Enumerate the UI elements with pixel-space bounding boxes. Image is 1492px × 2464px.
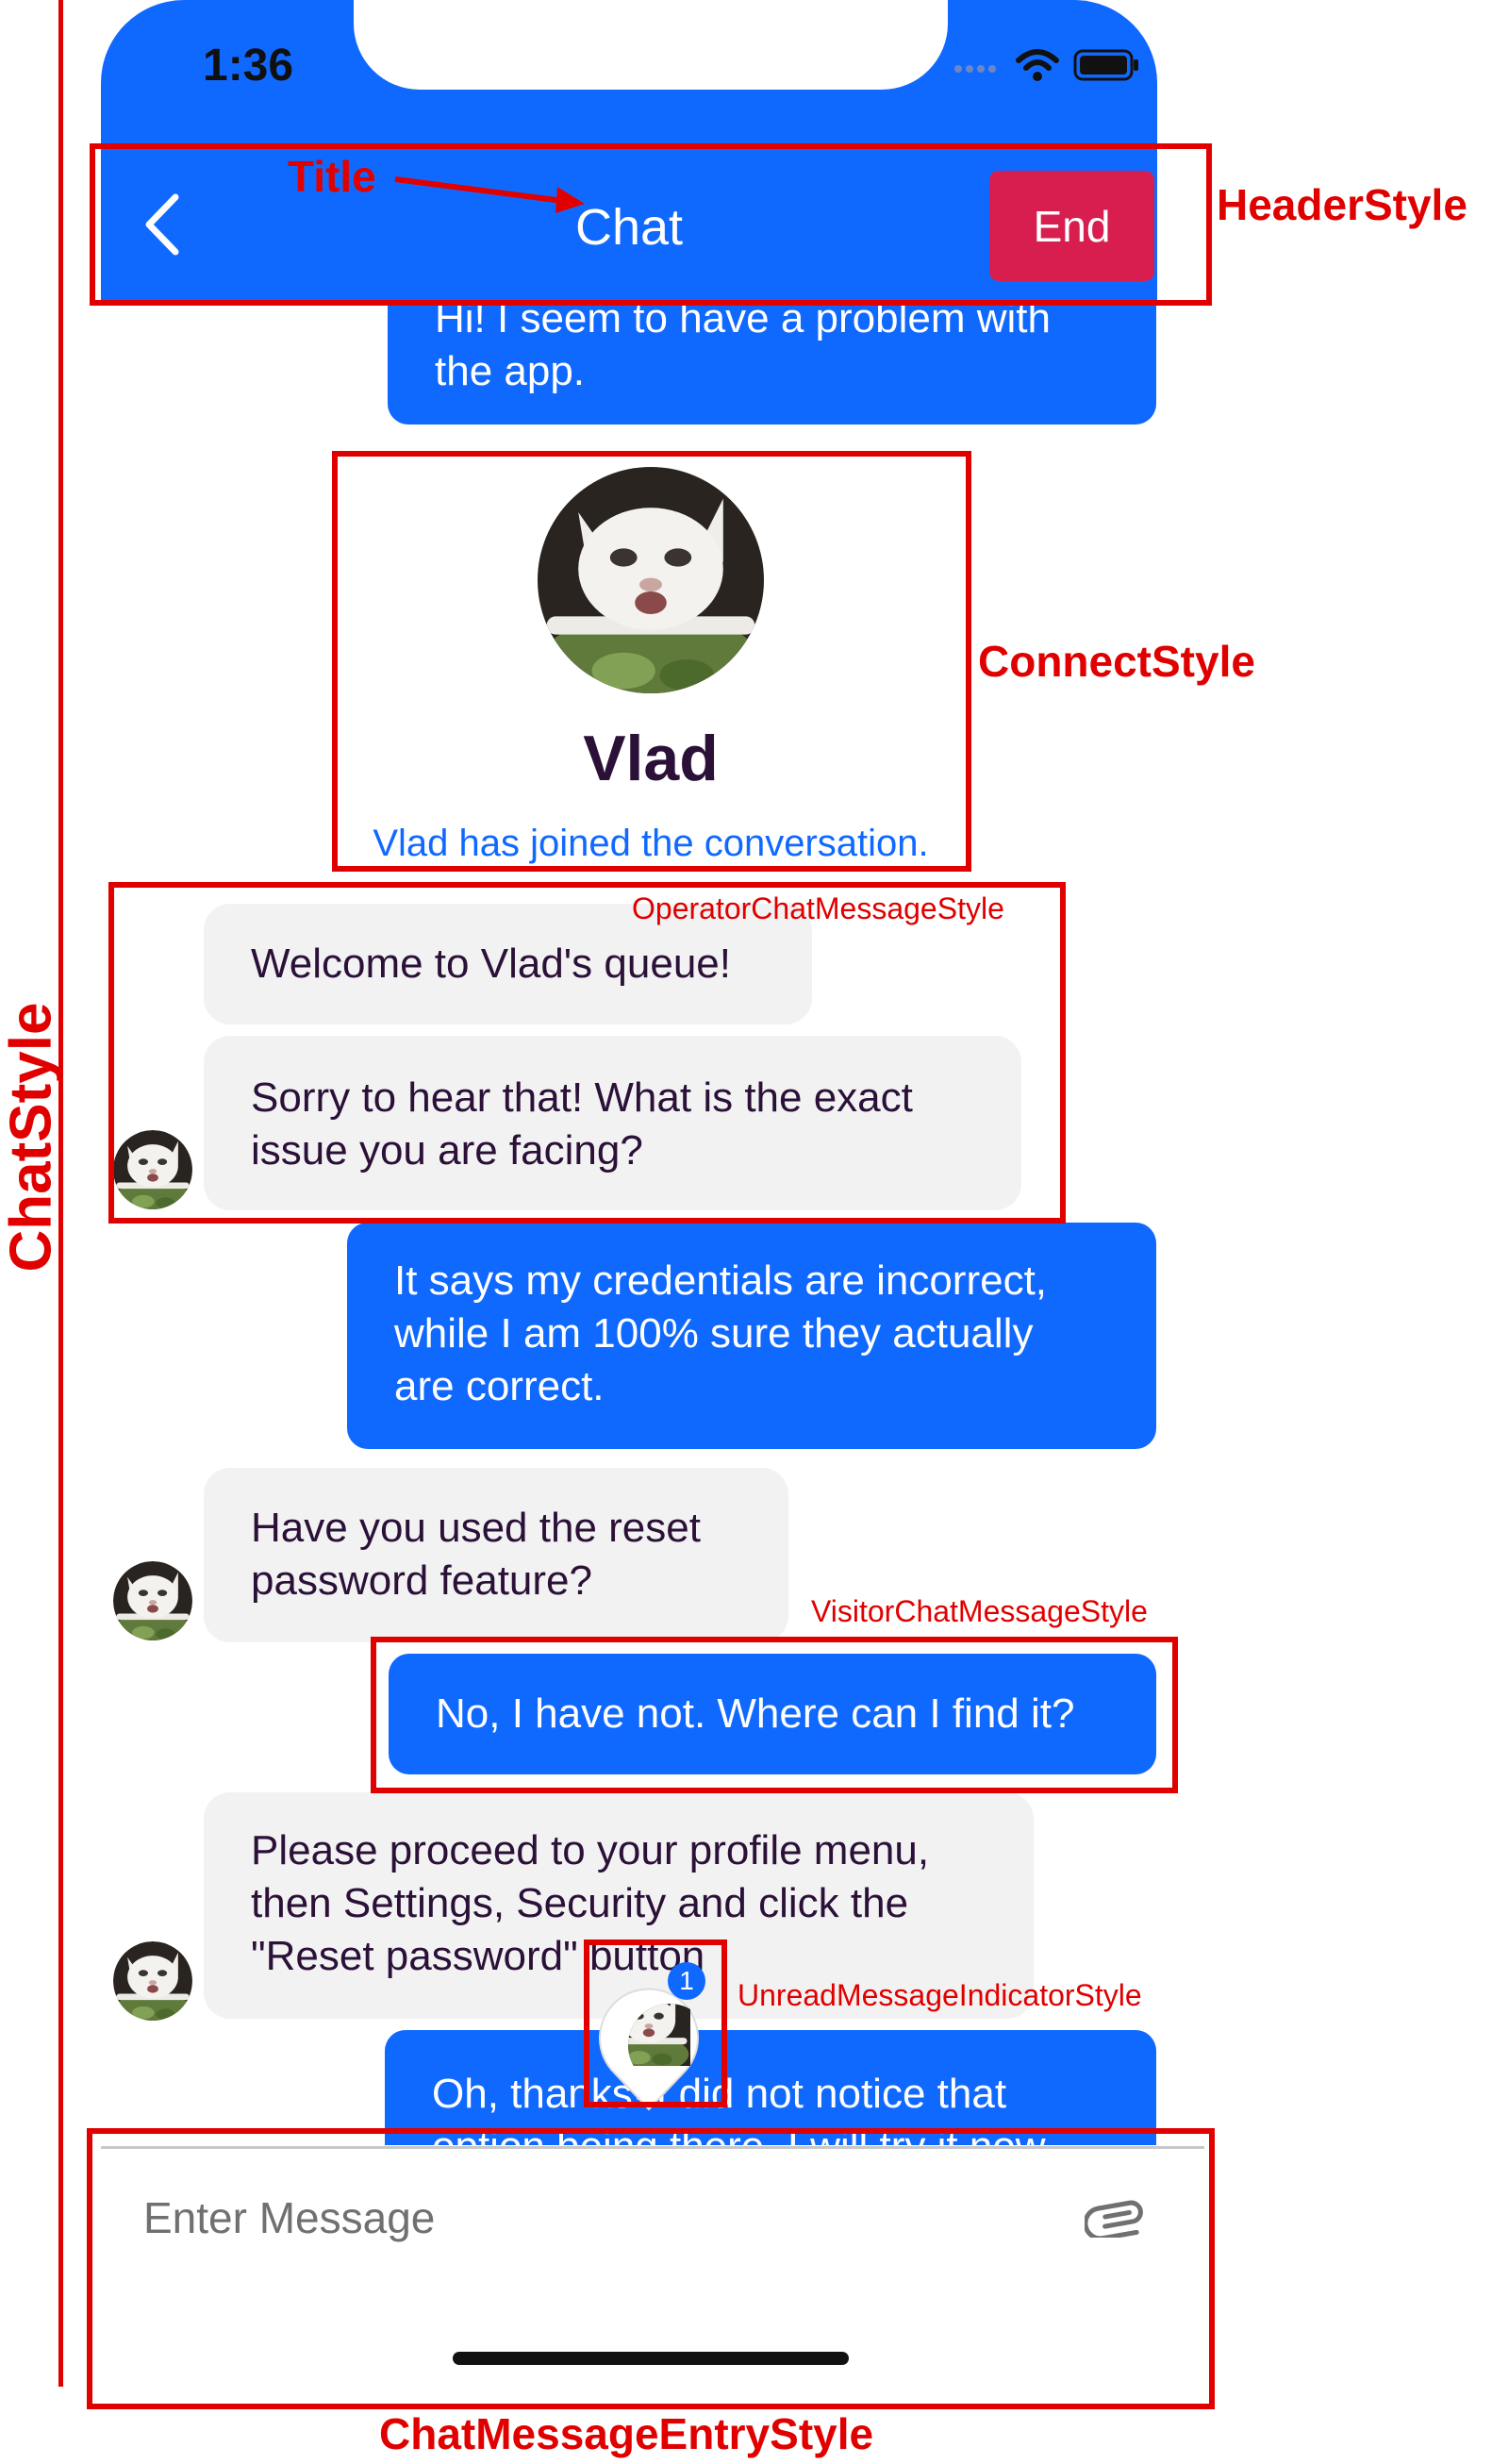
annotation-operator-box (108, 882, 1066, 1224)
message-line: the app. (435, 348, 586, 394)
annotation-operator-style: OperatorChatMessageStyle (632, 891, 1004, 925)
annotation-unread-box (584, 1940, 727, 2107)
message-line: password feature? (251, 1557, 592, 1604)
visitor-message: It says my credentials are incorrect, wh… (347, 1223, 1156, 1449)
annotation-connect-box (332, 451, 971, 872)
annotation-chat-style: ChatStyle (0, 1002, 64, 1273)
annotation-header-box (90, 143, 1212, 306)
message-line: Oh, thanks! I did not notice that (432, 2071, 1007, 2117)
device-notch (354, 0, 948, 90)
message-line: are correct. (394, 1363, 605, 1409)
status-time: 1:36 (203, 41, 294, 91)
wifi-icon (1016, 49, 1059, 81)
annotation-title-arrow (394, 176, 585, 213)
annotation-visitor-style: VisitorChatMessageStyle (811, 1594, 1148, 1628)
annotation-title: Title (288, 152, 376, 201)
operator-avatar (113, 1561, 192, 1640)
message-line: Have you used the reset (251, 1505, 701, 1551)
status-icons (953, 47, 1141, 83)
operator-message: Have you used the reset password feature… (204, 1468, 788, 1642)
annotation-entry-box (87, 2128, 1215, 2409)
message-line: It says my credentials are incorrect, (394, 1257, 1048, 1304)
annotation-visitor-box (371, 1637, 1178, 1793)
message-line: while I am 100% sure they actually (394, 1310, 1034, 1357)
message-line: then Settings, Security and click the (251, 1880, 909, 1926)
annotation-unread-style: UnreadMessageIndicatorStyle (738, 1978, 1142, 2012)
signal-icon (954, 65, 996, 73)
battery-icon (1073, 49, 1138, 81)
annotation-connect-style: ConnectStyle (978, 637, 1255, 686)
message-line: Please proceed to your profile menu, (251, 1827, 930, 1873)
annotation-header-style: HeaderStyle (1217, 180, 1467, 229)
annotation-entry-style: ChatMessageEntryStyle (379, 2409, 874, 2458)
operator-avatar (113, 1941, 192, 2021)
